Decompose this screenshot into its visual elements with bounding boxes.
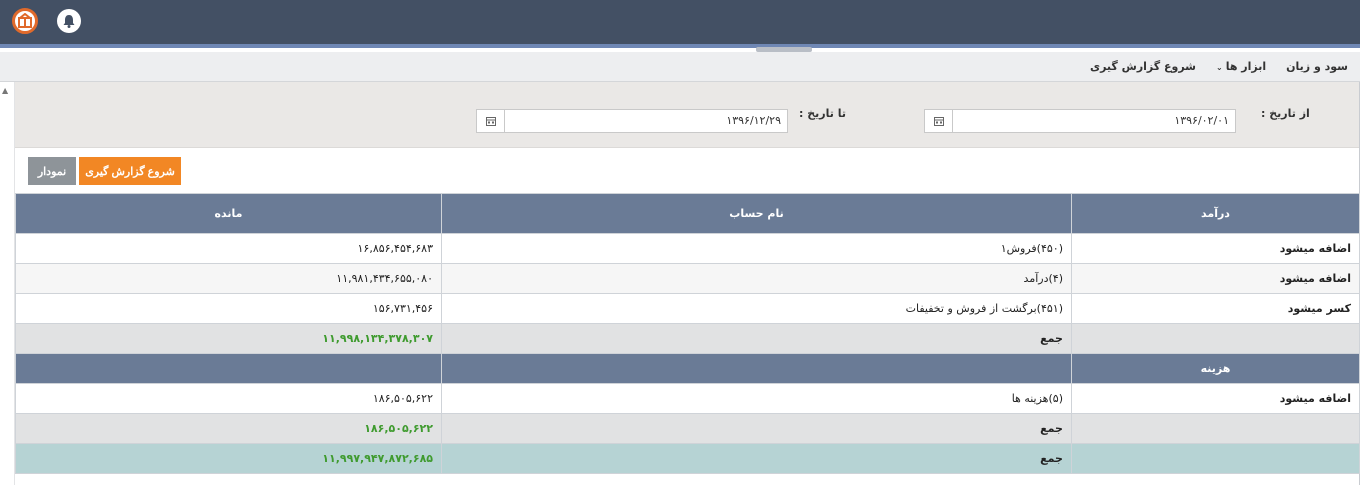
menu-bar: سود و زیان ابزار ها⌄ شروع گزارش گیری — [0, 52, 1360, 82]
grand-total-row: جمع ۱۱,۹۹۷,۹۴۷,۸۷۲,۶۸۵ — [15, 443, 1360, 474]
sum-label: جمع — [441, 323, 1072, 354]
bell-icon[interactable] — [57, 9, 81, 33]
calendar-icon[interactable] — [925, 110, 953, 132]
row-balance: ۱۵۶,۷۳۱,۴۵۶ — [15, 293, 442, 324]
sum-balance: ۱۱,۹۹۸,۱۳۴,۳۷۸,۳۰۷ — [15, 323, 442, 354]
menu-item-tools[interactable]: ابزار ها⌄ — [1216, 60, 1266, 73]
expense-sum-row: جمع ۱۸۶,۵۰۵,۶۲۲ — [15, 413, 1360, 444]
table-row[interactable]: کسر میشود (۴۵۱)برگشت از فروش و تخفیفات ۱… — [15, 293, 1360, 324]
balance-header: مانده — [15, 193, 442, 234]
scroll-up-icon[interactable]: ▲ — [2, 86, 12, 96]
expense-header-empty — [441, 353, 1072, 384]
to-date-label: تا تاریخ : — [799, 107, 846, 120]
expense-header-row: هزینه — [15, 353, 1360, 384]
table-row[interactable]: اضافه میشود (۴۵۰)فروش۱ ۱۶,۸۵۶,۴۵۴,۶۸۳ — [15, 233, 1360, 264]
table-row[interactable]: اضافه میشود (۵)هزینه ها ۱۸۶,۵۰۵,۶۲۲ — [15, 383, 1360, 414]
to-date-value: ۱۳۹۶/۱۲/۲۹ — [726, 114, 781, 127]
row-type: اضافه میشود — [1071, 233, 1360, 264]
row-balance: ۱۱,۹۸۱,۴۳۴,۶۵۵,۰۸۰ — [15, 263, 442, 294]
row-type: اضافه میشود — [1071, 263, 1360, 294]
income-section-header: درآمد — [1071, 193, 1360, 234]
table-row[interactable]: اضافه میشود (۴)درآمد ۱۱,۹۸۱,۴۳۴,۶۵۵,۰۸۰ — [15, 263, 1360, 294]
row-balance: ۱۶,۸۵۶,۴۵۴,۶۸۳ — [15, 233, 442, 264]
date-filter-panel: از تاریخ : ۱۳۹۶/۰۲/۰۱ تا تاریخ : ۱۳۹۶/۱۲… — [15, 82, 1359, 148]
income-sum-row: جمع ۱۱,۹۹۸,۱۳۴,۳۷۸,۳۰۷ — [15, 323, 1360, 354]
sum-label: جمع — [441, 413, 1072, 444]
from-date-value: ۱۳۹۶/۰۲/۰۱ — [1174, 114, 1229, 127]
row-type: کسر میشود — [1071, 293, 1360, 324]
accent-line — [0, 44, 1360, 48]
menu-item-tools-label: ابزار ها — [1225, 60, 1267, 73]
row-account: (۴۵۰)فروش۱ — [441, 233, 1072, 264]
profit-loss-table: درآمد نام حساب مانده اضافه میشود (۴۵۰)فر… — [15, 193, 1360, 474]
account-name-header: نام حساب — [441, 193, 1072, 234]
app-logo-icon[interactable] — [12, 8, 38, 34]
to-date-input[interactable]: ۱۳۹۶/۱۲/۲۹ — [476, 109, 788, 133]
scrollbar[interactable] — [0, 82, 15, 485]
sum-empty-cell — [1071, 323, 1360, 354]
sum-empty-cell — [1071, 413, 1360, 444]
from-date-input[interactable]: ۱۳۹۶/۰۲/۰۱ — [924, 109, 1236, 133]
row-balance: ۱۸۶,۵۰۵,۶۲۲ — [15, 383, 442, 414]
expense-section-header: هزینه — [1071, 353, 1360, 384]
row-account: (۴۵۱)برگشت از فروش و تخفیفات — [441, 293, 1072, 324]
chart-button[interactable]: نمودار — [28, 157, 76, 185]
expense-header-empty — [15, 353, 442, 384]
top-bar — [0, 0, 1360, 44]
row-account: (۵)هزینه ها — [441, 383, 1072, 414]
menu-item-profit-loss[interactable]: سود و زیان — [1286, 60, 1348, 73]
chevron-down-icon: ⌄ — [1216, 63, 1223, 72]
calendar-icon[interactable] — [477, 110, 505, 132]
total-label: جمع — [441, 443, 1072, 474]
row-type: اضافه میشود — [1071, 383, 1360, 414]
sum-balance: ۱۸۶,۵۰۵,۶۲۲ — [15, 413, 442, 444]
from-date-label: از تاریخ : — [1261, 107, 1310, 120]
total-balance: ۱۱,۹۹۷,۹۴۷,۸۷۲,۶۸۵ — [15, 443, 442, 474]
menu-item-start-report[interactable]: شروع گزارش گیری — [1090, 60, 1196, 73]
start-report-button[interactable]: شروع گزارش گیری — [79, 157, 181, 185]
row-account: (۴)درآمد — [441, 263, 1072, 294]
total-empty-cell — [1071, 443, 1360, 474]
table-header-row: درآمد نام حساب مانده — [15, 193, 1360, 234]
